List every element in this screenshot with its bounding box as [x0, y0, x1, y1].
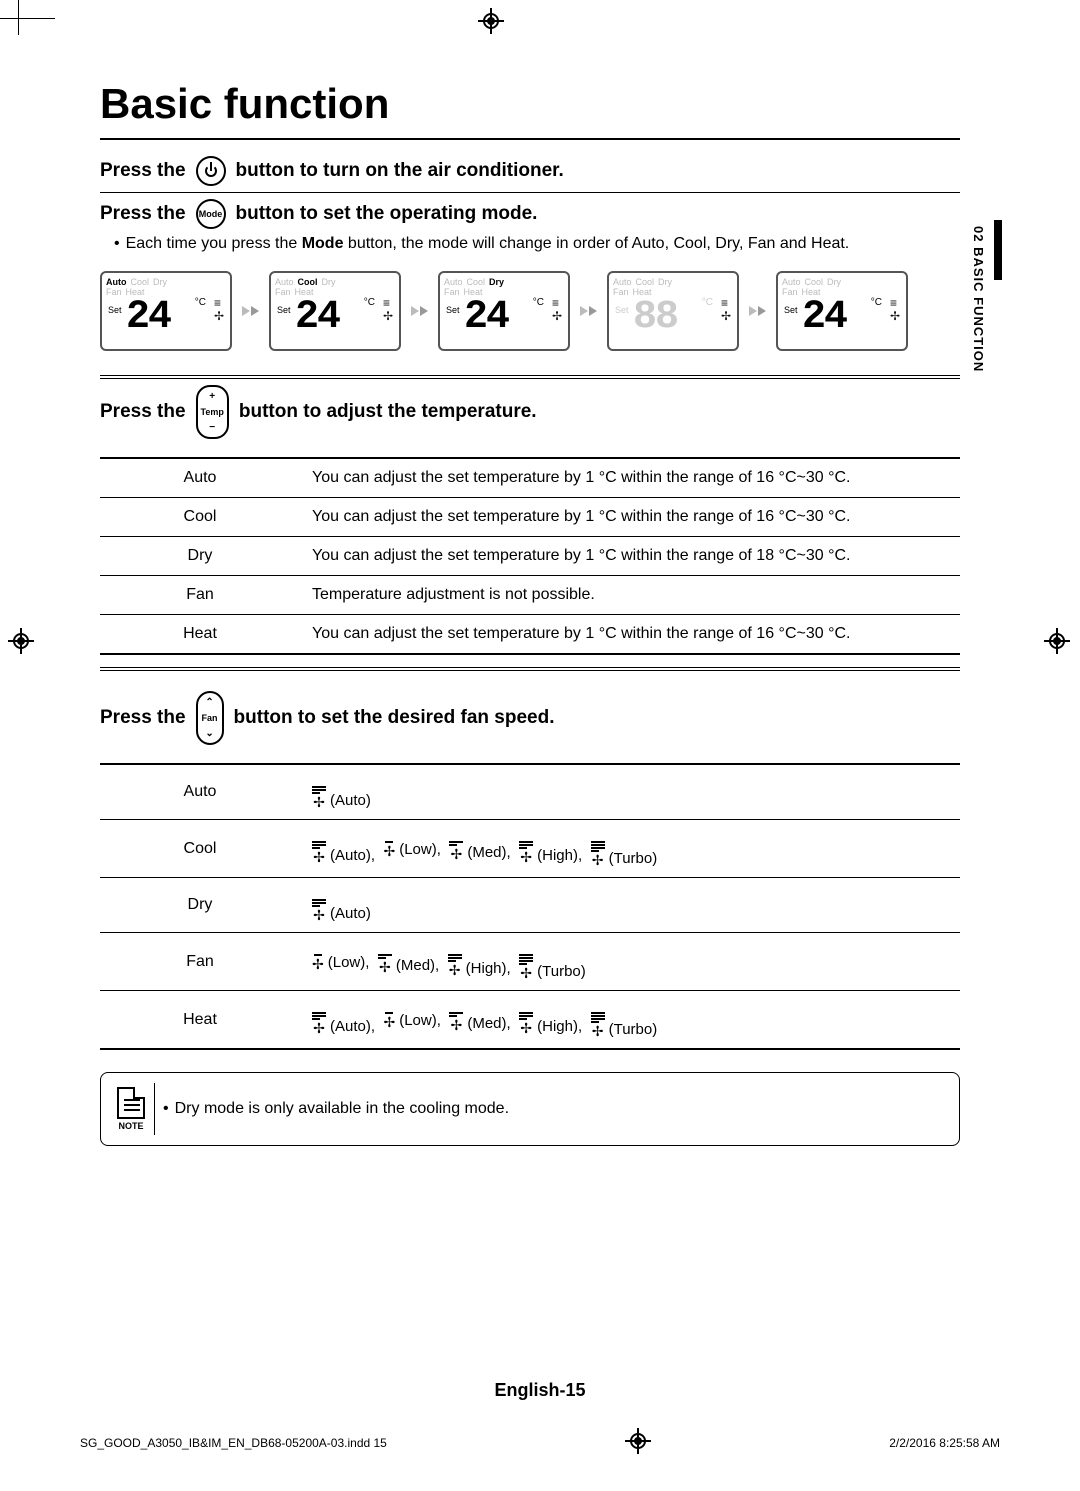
mode-description: Each time you press the Mode button, the…: [114, 235, 960, 253]
mode-cell: Cool: [100, 498, 300, 537]
mode-cell: Dry: [100, 878, 300, 933]
table-row: Heat✢ (Auto), ✢ (Low), ✢ (Med), ✢ (High)…: [100, 991, 960, 1050]
page-title: Basic function: [100, 80, 960, 128]
desc-cell: You can adjust the set temperature by 1 …: [300, 498, 960, 537]
divider: [100, 378, 960, 379]
arrow-right-icon: [411, 306, 428, 316]
table-row: DryYou can adjust the set temperature by…: [100, 537, 960, 576]
crop-corner-top-left: [0, 0, 70, 50]
fan-speed-icon: ✢: [591, 1012, 605, 1038]
power-button-icon: [196, 156, 226, 186]
fan-speed-icon: ✢: [449, 1012, 463, 1032]
fan-button-icon: ⌃ Fan ⌄: [196, 691, 224, 745]
mode-cell: Fan: [100, 576, 300, 615]
table-row: HeatYou can adjust the set temperature b…: [100, 615, 960, 655]
mode-cell: Fan: [100, 933, 300, 991]
fan-speed-icon: ✢: [519, 1012, 533, 1035]
arrow-right-icon: [749, 306, 766, 316]
fan-speed-icon: ✢: [312, 899, 326, 922]
registration-mark-top: [480, 10, 504, 34]
step-mode-suffix: button to set the operating mode.: [236, 203, 538, 225]
mode-cell: Auto: [100, 764, 300, 820]
fan-speed-icon: ✢: [312, 1012, 326, 1035]
speeds-cell: ✢ (Auto), ✢ (Low), ✢ (Med), ✢ (High), ✢ …: [300, 820, 960, 878]
arrow-right-icon: [242, 306, 259, 316]
section-tab: 02 BASIC FUNCTION: [974, 220, 1002, 440]
speeds-cell: ✢ (Auto): [300, 764, 960, 820]
table-row: Auto✢ (Auto): [100, 764, 960, 820]
fan-speed-icon: ✢: [448, 954, 462, 977]
desc-cell: Temperature adjustment is not possible.: [300, 576, 960, 615]
mode-cell: Dry: [100, 537, 300, 576]
fan-speed-icon: ✢: [378, 954, 392, 974]
step-temp-suffix: button to adjust the temperature.: [239, 401, 537, 423]
speeds-cell: ✢ (Auto), ✢ (Low), ✢ (Med), ✢ (High), ✢ …: [300, 991, 960, 1050]
page-number-label: English-15: [0, 1380, 1080, 1401]
fan-speed-icon: ✢: [591, 841, 605, 867]
divider: [100, 138, 960, 140]
desc-cell: You can adjust the set temperature by 1 …: [300, 537, 960, 576]
divider: [100, 192, 960, 193]
mode-cell: Heat: [100, 615, 300, 655]
table-row: Cool✢ (Auto), ✢ (Low), ✢ (Med), ✢ (High)…: [100, 820, 960, 878]
registration-mark-right: [1046, 630, 1070, 654]
speeds-cell: ✢ (Low), ✢ (Med), ✢ (High), ✢ (Turbo): [300, 933, 960, 991]
footer-file: SG_GOOD_A3050_IB&IM_EN_DB68-05200A-03.in…: [80, 1436, 387, 1450]
table-row: FanTemperature adjustment is not possibl…: [100, 576, 960, 615]
fan-speed-icon: ✢: [383, 1012, 395, 1029]
step-fan-suffix: button to set the desired fan speed.: [234, 707, 555, 729]
lcd-display: AutoCoolDryFanHeatSet24°C≡✢: [438, 271, 570, 351]
step-fan-prefix: Press the: [100, 707, 186, 729]
fan-speed-icon: ✢: [383, 841, 395, 858]
temp-table: AutoYou can adjust the set temperature b…: [100, 457, 960, 655]
fan-speed-icon: ✢: [519, 954, 533, 980]
table-row: Fan✢ (Low), ✢ (Med), ✢ (High), ✢ (Turbo): [100, 933, 960, 991]
step-power-prefix: Press the: [100, 160, 186, 182]
fan-speed-icon: ✢: [449, 841, 463, 861]
step-mode-prefix: Press the: [100, 203, 186, 225]
fan-speed-icon: ✢: [519, 841, 533, 864]
mode-cell: Cool: [100, 820, 300, 878]
lcd-display: AutoCoolDryFanHeatSet24°C≡✢: [269, 271, 401, 351]
mode-cell: Heat: [100, 991, 300, 1050]
mode-button-icon: Mode: [196, 199, 226, 229]
speeds-cell: ✢ (Auto): [300, 878, 960, 933]
step-fan: Press the ⌃ Fan ⌄ button to set the desi…: [100, 691, 960, 745]
lcd-display: AutoCoolDryFanHeatSet88°C≡✢: [607, 271, 739, 351]
mode-cell: Auto: [100, 458, 300, 498]
lcd-display: AutoCoolDryFanHeatSet24°C≡✢: [100, 271, 232, 351]
note-box: NOTE • Dry mode is only available in the…: [100, 1072, 960, 1146]
step-temp: Press the + Temp − button to adjust the …: [100, 385, 960, 439]
divider: [100, 667, 960, 671]
table-row: CoolYou can adjust the set temperature b…: [100, 498, 960, 537]
section-tab-label: 02 BASIC FUNCTION: [971, 226, 986, 372]
print-footer: SG_GOOD_A3050_IB&IM_EN_DB68-05200A-03.in…: [80, 1430, 1000, 1455]
fan-speed-icon: ✢: [312, 954, 324, 971]
note-text: Dry mode is only available in the coolin…: [175, 1100, 509, 1118]
footer-timestamp: 2/2/2016 8:25:58 AM: [889, 1436, 1000, 1450]
temp-button-icon: + Temp −: [196, 385, 229, 439]
desc-cell: You can adjust the set temperature by 1 …: [300, 458, 960, 498]
step-power: Press the button to turn on the air cond…: [100, 156, 960, 186]
arrow-right-icon: [580, 306, 597, 316]
note-icon: NOTE: [117, 1087, 145, 1131]
step-mode: Press the Mode button to set the operati…: [100, 199, 960, 229]
registration-mark-bottom: [627, 1430, 649, 1455]
fan-table: Auto✢ (Auto) Cool✢ (Auto), ✢ (Low), ✢ (M…: [100, 763, 960, 1050]
lcd-display: AutoCoolDryFanHeatSet24°C≡✢: [776, 271, 908, 351]
table-row: AutoYou can adjust the set temperature b…: [100, 458, 960, 498]
registration-mark-left: [10, 630, 34, 654]
divider: [100, 375, 960, 376]
step-power-suffix: button to turn on the air conditioner.: [236, 160, 564, 182]
table-row: Dry✢ (Auto): [100, 878, 960, 933]
fan-speed-icon: ✢: [312, 841, 326, 864]
fan-speed-icon: ✢: [312, 786, 326, 809]
mode-lcd-row: AutoCoolDryFanHeatSet24°C≡✢ AutoCoolDryFa…: [100, 271, 960, 351]
desc-cell: You can adjust the set temperature by 1 …: [300, 615, 960, 655]
step-temp-prefix: Press the: [100, 401, 186, 423]
